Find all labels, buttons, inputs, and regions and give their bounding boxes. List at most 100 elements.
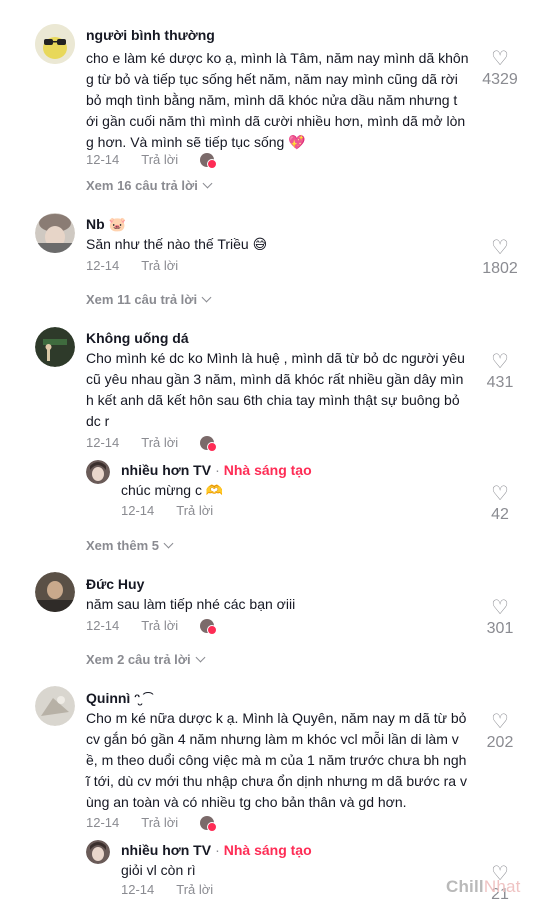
view-replies-label: Xem 16 câu trả lời [86, 178, 198, 193]
like-button[interactable]: ♡ 431 [470, 352, 530, 392]
view-replies-label: Xem 2 câu trả lời [86, 652, 191, 667]
reply-button[interactable]: Trả lời [141, 152, 178, 167]
comment-line: Săn như thế nào thế Triều 😅 [86, 236, 268, 252]
comment-date: 12-14 [86, 618, 120, 633]
comment-line: ĩ tới, dù cv mới thu nhập chưa ổn dịnh n… [86, 773, 467, 789]
watermark-text-accent: Nhat [483, 877, 521, 896]
like-button[interactable]: ♡ 202 [470, 712, 530, 752]
creator-liked-icon [200, 153, 218, 169]
reply-author: nhiều hơn TV · Nhà sáng tạo [121, 842, 312, 858]
like-count: 431 [486, 374, 514, 391]
comment-line: Cho mình ké dc ko Mình là huệ , mình dã … [86, 350, 465, 366]
heart-outline-icon: ♡ [491, 711, 509, 733]
heart-outline-icon: ♡ [491, 483, 509, 505]
view-replies-label: Xem 11 câu trả lời [86, 292, 198, 307]
comment-line: g hơn. Và mình sẽ tiếp tục sống 💖 [86, 134, 306, 150]
comment-meta: 12-14 Trả lời [86, 815, 218, 832]
watermark-logo: ChillNhat [446, 877, 521, 897]
reply-button[interactable]: Trả lời [176, 882, 213, 897]
comment-meta: 12-14 Trả lời [86, 618, 218, 635]
comment-line: ới gần cuối năm thì mình dã cười nhiều h… [86, 113, 466, 129]
reply-button[interactable]: Trả lời [141, 815, 178, 830]
comment-meta: 12-14 Trả lời [86, 152, 218, 169]
view-replies-button[interactable]: Xem 11 câu trả lời [86, 292, 212, 307]
creator-liked-icon [200, 619, 218, 635]
creator-avatar[interactable] [86, 460, 110, 484]
comment-text: cho e làm ké dược ko ạ, mình là Tâm, năm… [86, 48, 468, 153]
comment-date: 12-14 [86, 435, 120, 450]
comment-line: g từ bỏ và tiếp tục sống hết năm, năm na… [86, 71, 458, 87]
reply-button[interactable]: Trả lời [141, 258, 178, 273]
like-button[interactable]: ♡ 42 [470, 484, 530, 524]
comment-text: năm sau làm tiếp nhé các bạn ơiii [86, 594, 295, 615]
view-replies-button[interactable]: Xem 16 câu trả lời [86, 178, 213, 193]
reply-author-name[interactable]: nhiều hơn TV [121, 842, 211, 858]
reply-author: nhiều hơn TV · Nhà sáng tạo [121, 462, 312, 478]
creator-badge: Nhà sáng tạo [223, 842, 312, 858]
like-count: 301 [486, 620, 514, 637]
like-count: 202 [486, 734, 514, 751]
reply-button[interactable]: Trả lời [176, 503, 213, 518]
like-count: 42 [491, 506, 509, 523]
creator-liked-icon [200, 816, 218, 832]
reply-date: 12-14 [121, 882, 155, 897]
comment-text: Cho mình ké dc ko Mình là huệ , mình dã … [86, 348, 465, 432]
separator-dot: · [215, 842, 220, 858]
reply-text: giỏi vl còn rì [121, 862, 196, 878]
heart-outline-icon: ♡ [491, 597, 509, 619]
reply-meta: 12-14 Trả lời [121, 503, 213, 518]
chevron-down-icon [201, 292, 212, 303]
comment-date: 12-14 [86, 258, 120, 273]
avatar[interactable] [35, 686, 75, 726]
creator-avatar[interactable] [86, 840, 110, 864]
like-count: 4329 [482, 71, 518, 88]
comment-line: cũ yêu nhau gần 3 năm, mình dã khóc rất … [86, 371, 464, 387]
view-more-button[interactable]: Xem thêm 5 [86, 538, 174, 553]
comment-meta: 12-14 Trả lời [86, 435, 218, 452]
avatar[interactable] [35, 24, 75, 64]
avatar[interactable] [35, 213, 75, 253]
chevron-down-icon [202, 178, 213, 189]
avatar[interactable] [35, 327, 75, 367]
comment-text: Săn như thế nào thế Triều 😅 [86, 234, 267, 255]
creator-liked-icon [200, 436, 218, 452]
comment-line: ề, m theo duổi công việc mà m của 1 năm … [86, 752, 467, 768]
comment-line: ùng an toàn và có nhiều tg cho bản thân … [86, 794, 407, 810]
comment-date: 12-14 [86, 815, 120, 830]
commenter-name[interactable]: Nb 🐷 [86, 216, 126, 233]
like-button[interactable]: ♡ 1802 [470, 238, 530, 278]
commenter-name[interactable]: Không uống dá [86, 330, 189, 346]
commenter-name[interactable]: Quinnì ᵔ̮ ͡ [86, 690, 144, 706]
heart-outline-icon: ♡ [491, 351, 509, 373]
reply-date: 12-14 [121, 503, 155, 518]
view-replies-button[interactable]: Xem 2 câu trả lời [86, 652, 206, 667]
reply-meta: 12-14 Trả lời [121, 882, 213, 897]
comment-line: dc r [86, 413, 110, 429]
reply-text: chúc mừng c 🫶 [121, 482, 224, 498]
reply-button[interactable]: Trả lời [141, 618, 178, 633]
comment-line: năm sau làm tiếp nhé các bạn ơiii [86, 596, 296, 612]
heart-outline-icon: ♡ [491, 48, 509, 70]
reply-button[interactable]: Trả lời [141, 435, 178, 450]
view-more-label: Xem thêm 5 [86, 538, 159, 553]
watermark-text: Chill [446, 877, 484, 896]
comment-line: cho e làm ké dược ko ạ, mình là Tâm, năm… [86, 50, 469, 66]
like-button[interactable]: ♡ 301 [470, 598, 530, 638]
comment-date: 12-14 [86, 152, 120, 167]
avatar[interactable] [35, 572, 75, 612]
reply-author-name[interactable]: nhiều hơn TV [121, 462, 211, 478]
creator-badge: Nhà sáng tạo [223, 462, 312, 478]
comment-meta: 12-14 Trả lời [86, 258, 178, 273]
chevron-down-icon [195, 652, 206, 663]
comment-line: Cho m ké nữa dược k ạ. Mình là Quyên, nă… [86, 710, 467, 726]
heart-outline-icon: ♡ [491, 237, 509, 259]
comment-line: cv gắn bó gần 4 năm nhưng làm m khóc vcl… [86, 731, 459, 747]
commenter-name[interactable]: người bình thường [86, 27, 215, 43]
comment-text: Cho m ké nữa dược k ạ. Mình là Quyên, nă… [86, 708, 467, 813]
comment-line: h kết anh dã kết hôn sau 6th chia tay mì… [86, 392, 460, 408]
like-count: 1802 [482, 260, 518, 277]
comment-line: bỏ mqh tình bằng năm, mình dã khóc nửa d… [86, 92, 458, 108]
commenter-name[interactable]: Đức Huy [86, 576, 144, 592]
chevron-down-icon [163, 538, 174, 549]
like-button[interactable]: ♡ 4329 [470, 49, 530, 89]
